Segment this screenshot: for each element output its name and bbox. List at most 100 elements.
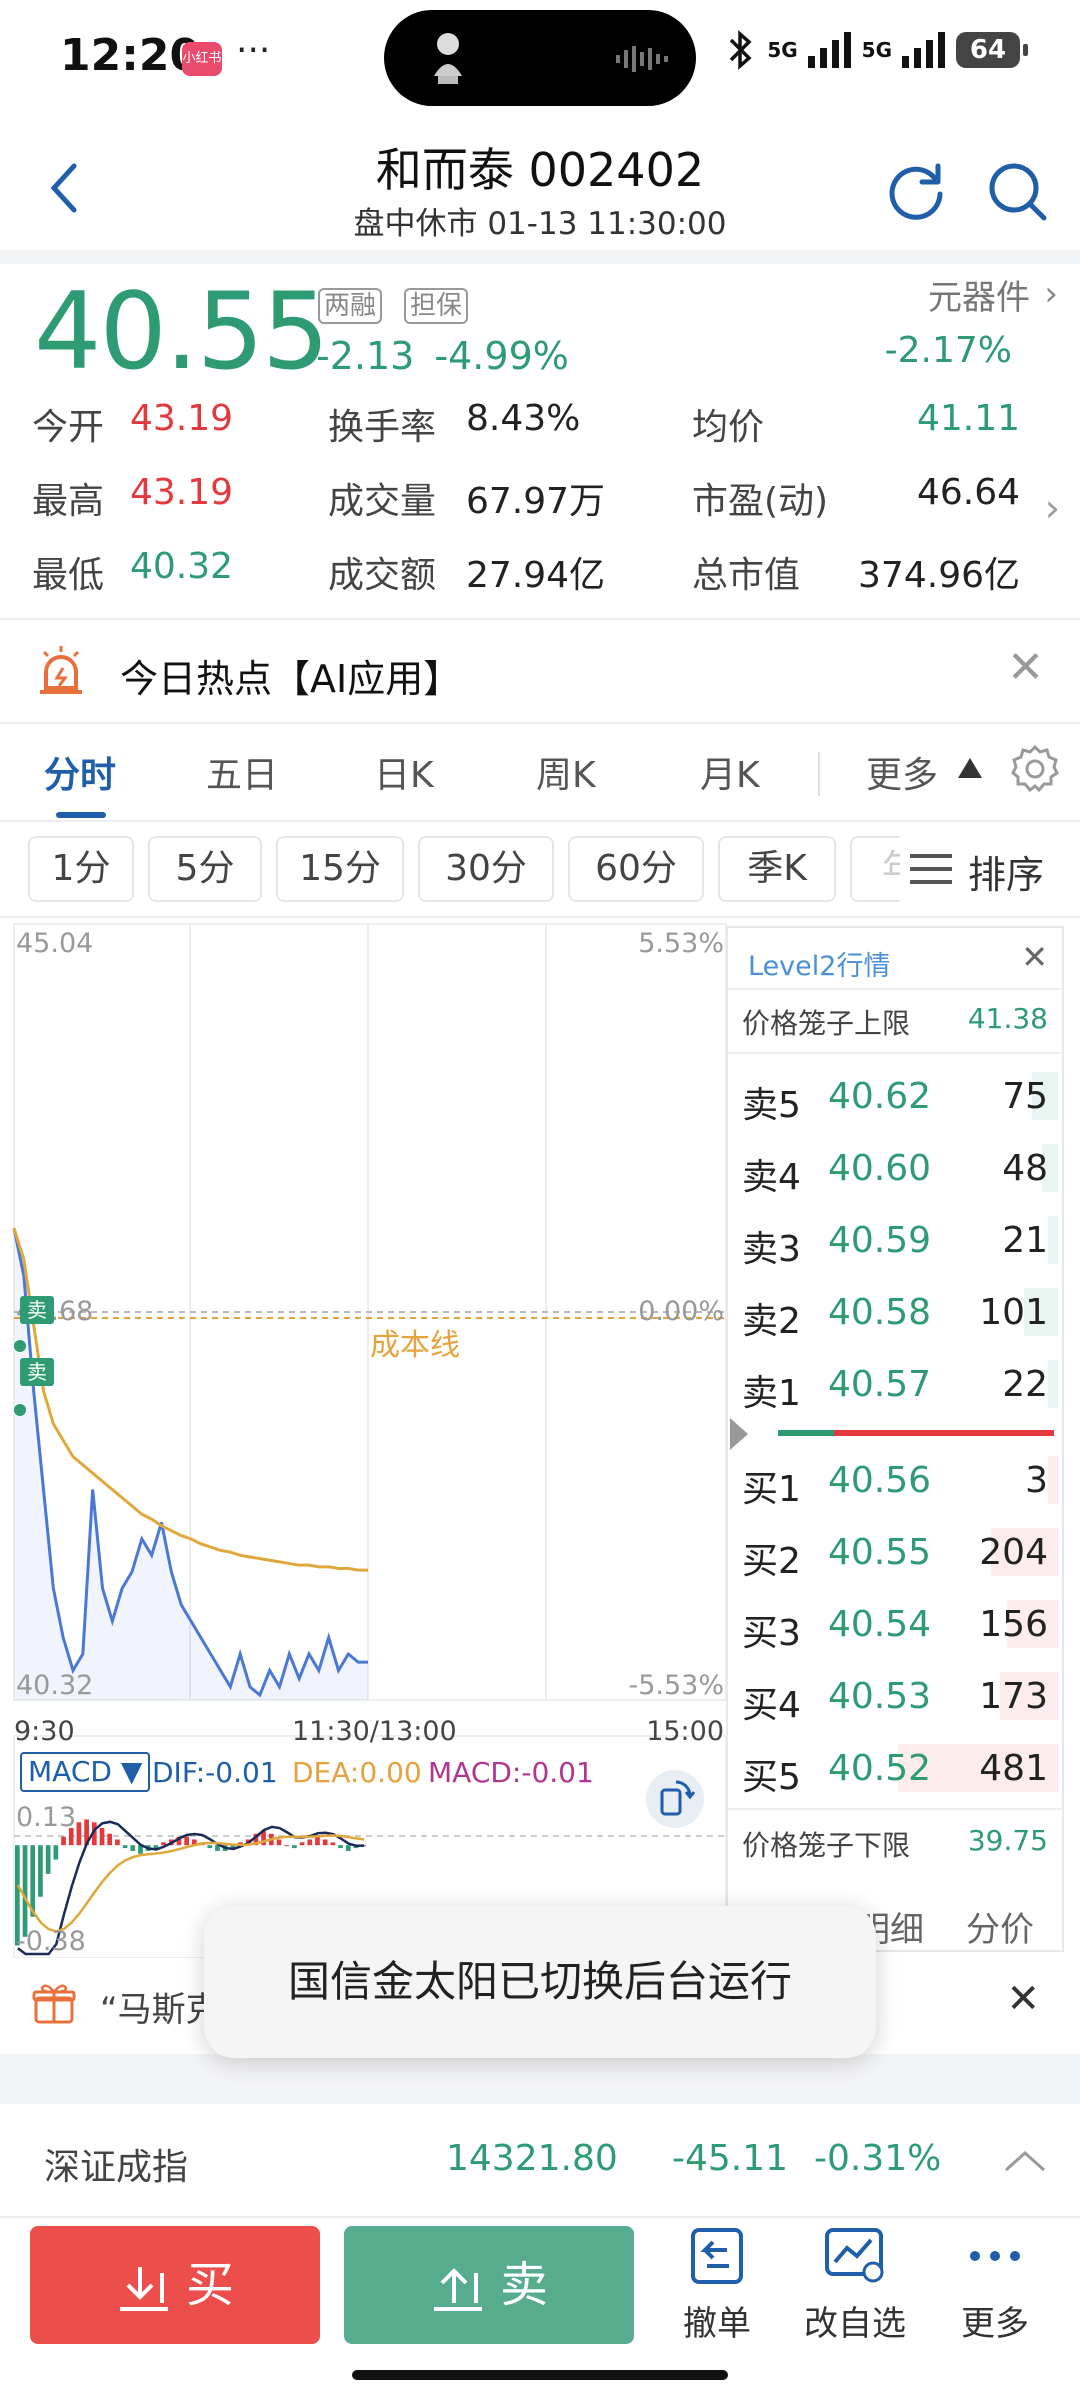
change-percent: -4.99%: [434, 334, 569, 378]
macd-bar: [184, 1836, 189, 1846]
bid-side-label: 买1: [742, 1469, 801, 1510]
macd-bar: [130, 1845, 136, 1851]
upper-limit-label: 价格笼子上限: [742, 1007, 911, 1040]
tab-price-split[interactable]: 分价: [966, 1902, 1034, 1951]
hot-topic-banner[interactable]: 今日热点【AI应用】 ✕: [0, 622, 1080, 722]
chevron-up-icon[interactable]: [1004, 2150, 1046, 2172]
bid-depth-bar: [1048, 1456, 1058, 1504]
indicator-selector[interactable]: MACD ▼: [20, 1752, 151, 1792]
intraday-chart[interactable]: 45.04 42.68 40.32 5.53% 0.00% -5.53% 9:3…: [0, 918, 728, 1958]
app-notification-icon: 小红书: [182, 42, 222, 76]
sort-label: 排序: [968, 853, 1045, 897]
macd-bar: [284, 1845, 290, 1847]
expand-stats-icon[interactable]: ›: [1045, 486, 1060, 530]
tab-daily-k[interactable]: 日K: [374, 746, 434, 798]
divider: [728, 988, 1062, 990]
home-indicator: [352, 2370, 728, 2380]
bid-price: 40.55: [828, 1532, 932, 1573]
status-bar: 12:20 小红书 ··· 5G 5G 64: [0, 0, 1080, 120]
active-tab-indicator: [56, 812, 106, 818]
macd-axis-max: 0.13: [16, 1802, 77, 1833]
rotate-screen-icon[interactable]: [646, 1770, 704, 1828]
more-notifications-icon: ···: [236, 30, 271, 71]
period-quarter[interactable]: 季K: [718, 836, 836, 902]
sort-button[interactable]: 排序: [900, 822, 1080, 914]
bid-row[interactable]: 买3 40.54 156: [728, 1592, 1062, 1656]
battery-icon: 64: [956, 32, 1028, 68]
network-5g-label-2: 5G: [861, 38, 892, 62]
clock: 12:20: [60, 30, 201, 81]
ask-price: 40.58: [828, 1292, 932, 1333]
tab-weekly-k[interactable]: 周K: [536, 746, 596, 798]
ask-row[interactable]: 卖3 40.59 21: [728, 1208, 1062, 1272]
ask-price: 40.59: [828, 1220, 932, 1261]
period-5min[interactable]: 5分: [148, 836, 262, 902]
close-icon[interactable]: ✕: [1006, 1976, 1040, 2022]
current-price: 40.55: [34, 270, 329, 393]
divider: [0, 618, 1080, 620]
amount-label: 成交额: [328, 555, 437, 596]
open-label: 今开: [32, 407, 105, 448]
period-1min[interactable]: 1分: [28, 836, 134, 902]
bid-price: 40.52: [828, 1748, 932, 1789]
gift-icon: [32, 1984, 76, 2024]
indicator-name: MACD: [28, 1755, 112, 1788]
chevron-right-icon: ›: [1044, 274, 1058, 314]
high-value: 43.19: [130, 472, 234, 513]
caret-up-icon: [958, 758, 982, 778]
x-axis-start: 9:30: [14, 1716, 75, 1747]
macd-bar: [345, 1845, 351, 1851]
bid-row[interactable]: 买5 40.52 481: [728, 1736, 1062, 1800]
sell-arrow-icon: [433, 2268, 482, 2311]
bid-side-label: 买5: [742, 1757, 801, 1798]
bid-row[interactable]: 买1 40.56 3: [728, 1448, 1062, 1512]
avg-price-label: 均价: [692, 407, 765, 448]
buy-button[interactable]: 买: [30, 2226, 320, 2344]
tab-intraday[interactable]: 分时: [44, 746, 116, 798]
bid-row[interactable]: 买4 40.53 173: [728, 1664, 1062, 1728]
index-bar[interactable]: 深证成指 14321.80 -45.11 -0.31%: [0, 2104, 1080, 2216]
edit-watchlist-button[interactable]: 改自选: [800, 2226, 910, 2345]
period-60min[interactable]: 60分: [568, 836, 704, 902]
tab-more[interactable]: 更多: [866, 746, 938, 798]
ask-row[interactable]: 卖5 40.62 75: [728, 1064, 1062, 1128]
bid-row[interactable]: 买2 40.55 204: [728, 1520, 1062, 1584]
ask-row[interactable]: 卖1 40.57 22: [728, 1352, 1062, 1416]
ask-side-label: 卖5: [742, 1085, 801, 1126]
refresh-icon[interactable]: [884, 158, 950, 224]
margin-tag: 两融: [318, 288, 383, 324]
more-button[interactable]: 更多: [940, 2226, 1050, 2345]
turnover-value: 8.43%: [466, 398, 581, 439]
bid-volume: 156: [979, 1604, 1048, 1645]
sell-button[interactable]: 卖: [344, 2226, 634, 2344]
ask-row[interactable]: 卖4 40.60 48: [728, 1136, 1062, 1200]
close-icon[interactable]: ✕: [1021, 938, 1048, 976]
gear-icon[interactable]: [1010, 744, 1060, 794]
stock-header: 和而泰 002402 盘中休市 01-13 11:30:00: [0, 120, 1080, 250]
chart-tabs: 分时 五日 日K 周K 月K 更多: [0, 724, 1080, 824]
period-30min[interactable]: 30分: [418, 836, 554, 902]
ask-row[interactable]: 卖2 40.58 101: [728, 1280, 1062, 1344]
sector-link[interactable]: 元器件: [928, 270, 1030, 319]
avg-price-value: 41.11: [916, 398, 1020, 439]
level2-title[interactable]: Level2行情: [748, 944, 890, 983]
macd-bar: [307, 1839, 313, 1846]
x-axis-end: 15:00: [646, 1716, 724, 1747]
close-icon[interactable]: ✕: [1007, 642, 1044, 693]
tab-monthly-k[interactable]: 月K: [700, 746, 760, 798]
ask-price: 40.57: [828, 1364, 932, 1405]
search-icon[interactable]: [984, 158, 1050, 224]
period-15min[interactable]: 15分: [276, 836, 404, 902]
sell-marker[interactable]: 卖: [20, 1296, 54, 1324]
tab-five-day[interactable]: 五日: [206, 746, 278, 798]
hot-topic-text: 今日热点【AI应用】: [120, 657, 462, 701]
macd-bar: [292, 1845, 297, 1849]
macd-bar: [53, 1845, 59, 1860]
network-5g-label: 5G: [767, 38, 798, 62]
sell-marker[interactable]: 卖: [20, 1358, 54, 1386]
more-label: 更多: [961, 2304, 1029, 2344]
ask-side-label: 卖4: [742, 1157, 801, 1198]
cancel-order-button[interactable]: 撤单: [662, 2226, 772, 2345]
expand-triangle-icon[interactable]: [730, 1418, 748, 1450]
cancel-order-label: 撤单: [683, 2304, 751, 2344]
